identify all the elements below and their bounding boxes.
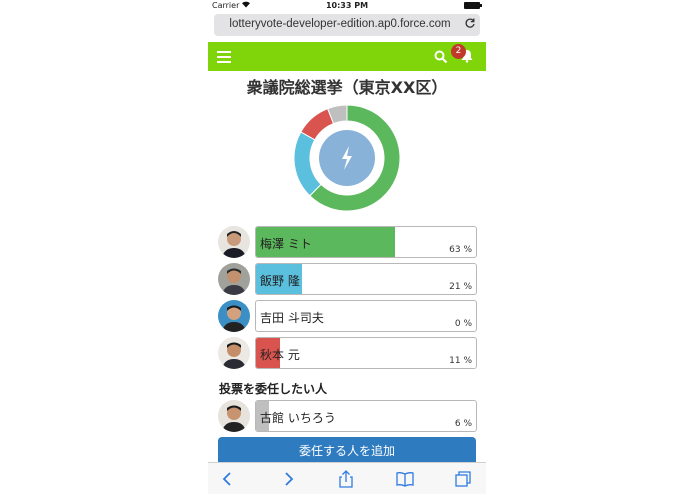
candidate-row[interactable]: 秋本 元 11 % bbox=[218, 337, 477, 369]
candidate-name: 秋本 元 bbox=[260, 348, 300, 362]
tabs-icon[interactable] bbox=[453, 469, 473, 489]
candidate-name: 吉田 斗司夫 bbox=[260, 311, 324, 325]
delegate-section-title: 投票を委任したい人 bbox=[219, 382, 328, 396]
vote-percent: 6 % bbox=[454, 419, 472, 429]
vote-donut-chart bbox=[293, 104, 401, 212]
bookmarks-icon[interactable] bbox=[395, 469, 415, 489]
battery-icon bbox=[464, 2, 482, 9]
reload-icon[interactable] bbox=[464, 17, 476, 32]
status-bar: Carrier 10:33 PM bbox=[208, 0, 486, 12]
menu-icon[interactable] bbox=[217, 51, 231, 63]
share-icon[interactable] bbox=[336, 469, 356, 489]
phone-screen: Carrier 10:33 PM lotteryvote-developer-e… bbox=[208, 0, 486, 494]
browser-toolbar bbox=[208, 462, 486, 494]
candidate-name: 飯野 隆 bbox=[260, 274, 300, 288]
vote-bar: 秋本 元 11 % bbox=[255, 337, 477, 369]
donut-slice bbox=[293, 131, 322, 197]
vote-percent: 63 % bbox=[449, 245, 472, 255]
vote-bar: 梅澤 ミト 63 % bbox=[255, 226, 477, 258]
delegate-name: 古館 いちろう bbox=[260, 411, 336, 425]
delegate-row[interactable]: 古館 いちろう 6 % bbox=[218, 400, 477, 432]
vote-bar: 古館 いちろう 6 % bbox=[255, 400, 477, 432]
notification-badge[interactable]: 2 bbox=[451, 44, 466, 59]
donut-slice bbox=[300, 108, 335, 141]
page-title: 衆議院総選挙（東京XX区） bbox=[246, 78, 448, 97]
clock: 10:33 PM bbox=[325, 1, 369, 10]
app-header: 2 bbox=[208, 42, 486, 71]
avatar bbox=[218, 226, 250, 258]
forward-icon[interactable] bbox=[278, 469, 298, 489]
candidate-row[interactable]: 梅澤 ミト 63 % bbox=[218, 226, 477, 258]
avatar bbox=[218, 337, 250, 369]
vote-percent: 0 % bbox=[454, 319, 472, 329]
url-bar[interactable]: lotteryvote-developer-edition.ap0.force.… bbox=[214, 14, 480, 36]
search-icon[interactable] bbox=[434, 49, 448, 64]
avatar bbox=[218, 263, 250, 295]
vote-percent: 21 % bbox=[449, 282, 472, 292]
candidate-row[interactable]: 飯野 隆 21 % bbox=[218, 263, 477, 295]
vote-bar: 飯野 隆 21 % bbox=[255, 263, 477, 295]
add-delegate-button[interactable]: 委任する人を追加 bbox=[218, 437, 476, 465]
vote-percent: 11 % bbox=[449, 356, 472, 366]
back-icon[interactable] bbox=[218, 469, 238, 489]
url-text[interactable]: lotteryvote-developer-edition.ap0.force.… bbox=[214, 18, 466, 30]
candidate-name: 梅澤 ミト bbox=[260, 237, 312, 251]
vote-bar: 吉田 斗司夫 0 % bbox=[255, 300, 477, 332]
avatar bbox=[218, 300, 250, 332]
candidate-row[interactable]: 吉田 斗司夫 0 % bbox=[218, 300, 477, 332]
avatar bbox=[218, 400, 250, 432]
